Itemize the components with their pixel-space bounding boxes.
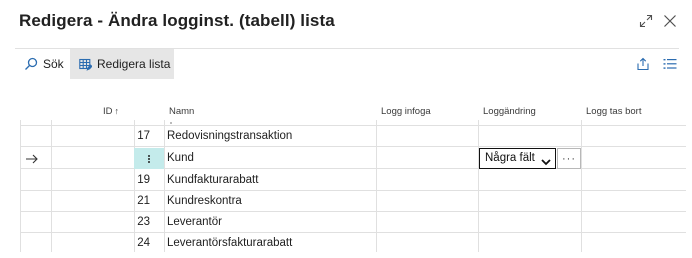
arrow-right-icon: [25, 152, 39, 164]
table-row[interactable]: 24 Leverantörsfakturarabatt: [20, 233, 686, 254]
column-header-log-insert[interactable]: Logg infoga: [381, 106, 431, 117]
column-header-log-delete[interactable]: Logg tas bort: [586, 106, 641, 117]
more-horizontal-icon: ···: [562, 152, 576, 165]
table-row[interactable]: 23 Leverantör: [20, 212, 686, 233]
table-row[interactable]: 19 Kundfakturarabatt: [20, 170, 686, 191]
share-icon[interactable]: [633, 54, 653, 74]
row-name[interactable]: Kund: [167, 148, 367, 169]
row-name[interactable]: Leverantörsfakturarabatt: [167, 233, 367, 254]
column-header-id[interactable]: ID ↑: [103, 106, 119, 117]
search-button[interactable]: Sök: [24, 49, 64, 79]
row-id: 23: [137, 216, 150, 228]
search-label: Sök: [43, 57, 64, 71]
expand-icon[interactable]: [636, 10, 656, 32]
log-modify-value: Några fält: [485, 152, 535, 164]
close-icon[interactable]: [660, 10, 680, 32]
search-icon: [24, 57, 38, 71]
column-header-log-modify[interactable]: Loggändring: [483, 106, 536, 117]
table-row-selected[interactable]: 18 Kund Några fält ···: [20, 148, 686, 169]
row-id: 19: [137, 174, 150, 186]
row-id: 24: [137, 237, 150, 249]
row-name[interactable]: Kundfakturarabatt: [167, 170, 367, 191]
row-name[interactable]: Leverantör: [167, 212, 367, 233]
more-vertical-icon: [148, 154, 150, 164]
log-modify-select[interactable]: Några fält: [479, 148, 556, 169]
assist-edit-button[interactable]: ···: [557, 148, 581, 169]
edit-list-label: Redigera lista: [97, 57, 171, 71]
list-view-icon[interactable]: [660, 54, 680, 74]
row-id: 21: [137, 195, 150, 207]
page-title: Redigera - Ändra logginst. (tabell) list…: [19, 11, 335, 30]
edit-list-icon: [79, 58, 92, 71]
row-actions-button[interactable]: [134, 148, 164, 169]
table-row[interactable]: 17 Redovisningstransaktion: [20, 126, 686, 147]
sort-ascending-icon: ↑: [114, 106, 120, 116]
row-id: 17: [137, 130, 150, 142]
column-header-id-label: ID: [103, 106, 113, 117]
row-name[interactable]: Kundreskontra: [167, 191, 367, 212]
edit-list-button[interactable]: Redigera lista: [70, 49, 174, 79]
row-name[interactable]: Redovisningstransaktion: [167, 126, 367, 147]
column-header-name[interactable]: Namn: [169, 106, 194, 117]
table-row[interactable]: 21 Kundreskontra: [20, 191, 686, 212]
